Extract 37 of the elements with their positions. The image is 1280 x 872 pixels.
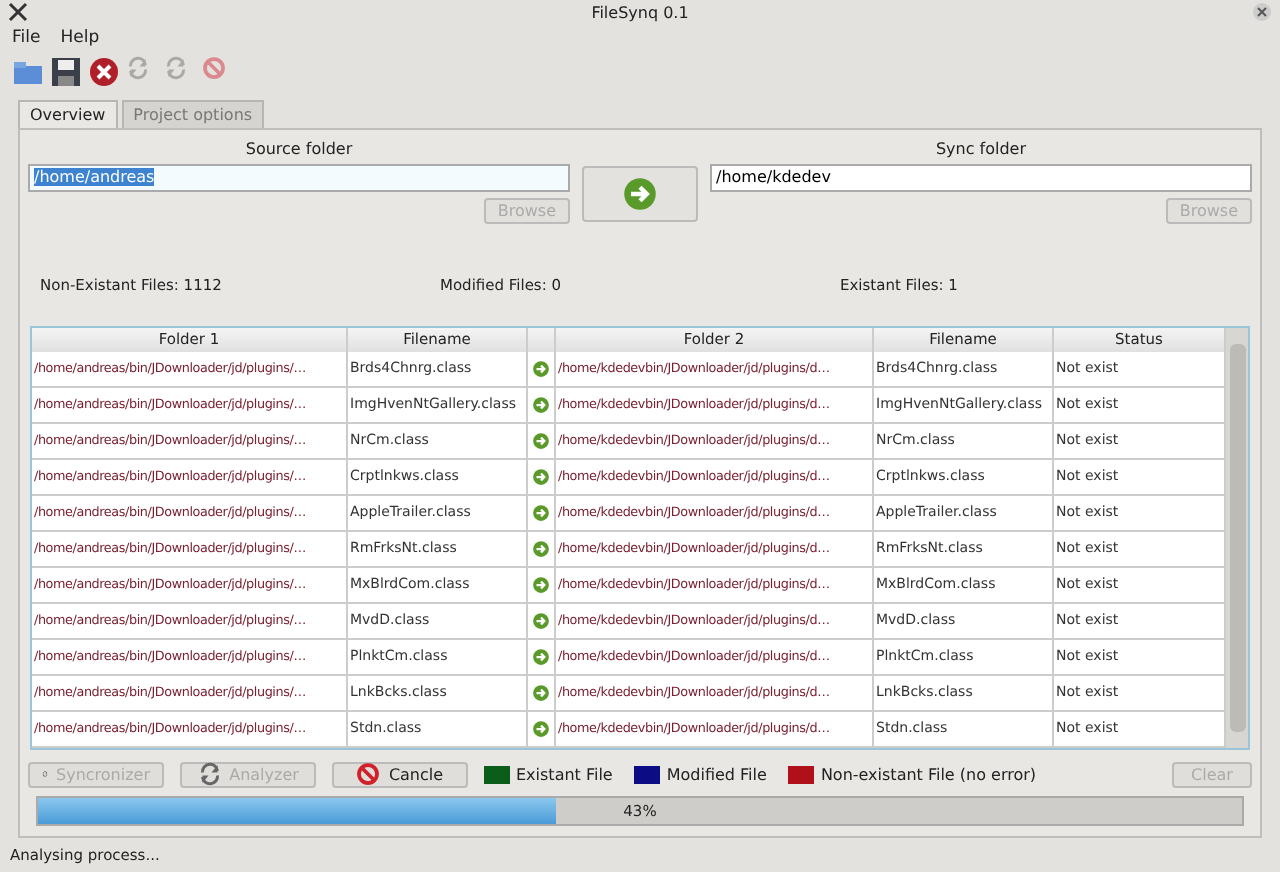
arrow-icon — [532, 359, 550, 378]
scrollbar[interactable] — [1226, 327, 1248, 748]
sync-icon — [126, 55, 150, 80]
arrow-icon — [532, 683, 550, 702]
close-icon — [88, 55, 120, 88]
stop-icon — [202, 55, 226, 80]
arrow-icon — [532, 503, 550, 522]
selected-text: /home/andreas — [34, 168, 155, 187]
toolbar-button[interactable] — [88, 55, 120, 88]
arrow-icon — [532, 539, 550, 558]
menu-item[interactable]: File — [12, 27, 41, 48]
input-field[interactable]: /home/kdedev — [710, 163, 1252, 192]
menu-item[interactable]: Help — [60, 27, 100, 48]
arrow-icon — [532, 575, 550, 594]
field-label: Source folder — [245, 139, 353, 158]
legend-label: Non-existant File (no error) — [820, 765, 1037, 784]
sync-icon — [197, 762, 222, 787]
arrow-icon — [532, 647, 550, 666]
sync-button[interactable] — [582, 165, 698, 222]
arrow-icon — [532, 395, 550, 414]
field-label: Sync folder — [935, 139, 1027, 158]
input-field[interactable]: /home/andreas — [28, 163, 570, 192]
legend-label: Existant File — [516, 765, 613, 784]
sync-icon — [164, 55, 188, 80]
save-icon — [50, 55, 82, 88]
arrow-icon — [532, 467, 550, 486]
action-button[interactable]: Cancle — [332, 761, 468, 788]
arrow-icon — [532, 719, 550, 738]
legend-label: Modified File — [666, 765, 767, 784]
app-icon — [8, 2, 28, 23]
window-title: FileSynq 0.1 — [589, 3, 691, 22]
arrow-icon — [532, 611, 550, 630]
close-icon[interactable] — [1252, 2, 1272, 23]
tab[interactable]: Overview — [18, 99, 118, 128]
stop-icon — [356, 762, 381, 787]
toolbar-button[interactable] — [50, 55, 82, 88]
arrow-icon — [532, 431, 550, 450]
